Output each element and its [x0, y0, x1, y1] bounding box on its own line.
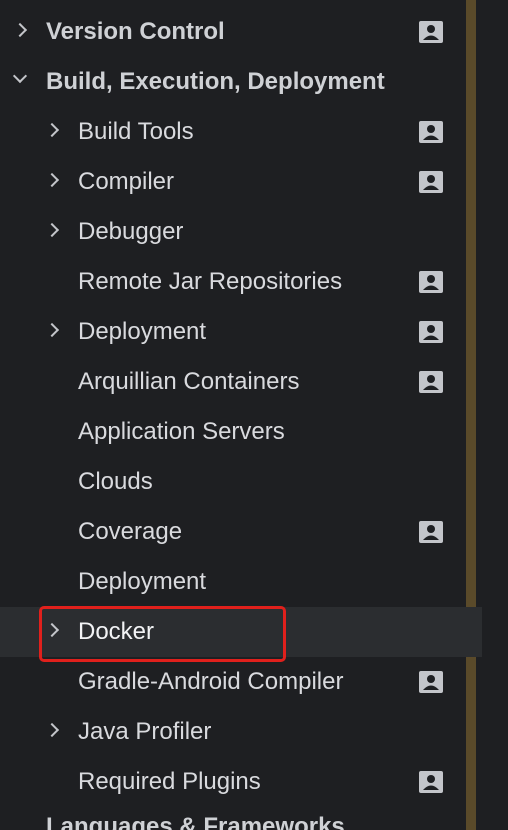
chevron-right-icon[interactable] [44, 622, 60, 638]
user-card-icon [419, 521, 443, 543]
tree-item-label: Remote Jar Repositories [78, 268, 343, 295]
chevron-right-icon[interactable] [44, 172, 60, 188]
chevron-down-icon[interactable] [12, 68, 28, 84]
tree-item-build-tools[interactable]: Build Tools [0, 107, 482, 157]
user-card-icon [419, 21, 443, 43]
chevron-right-icon[interactable] [44, 322, 60, 338]
tree-item-label: Version Control [46, 18, 225, 45]
tree-item-deployment-group[interactable]: Deployment [0, 307, 482, 357]
user-card-icon [419, 171, 443, 193]
tree-item-compiler[interactable]: Compiler [0, 157, 482, 207]
tree-item-remote-jar-repositories[interactable]: Remote Jar Repositories [0, 257, 482, 307]
tree-item-label: Build, Execution, Deployment [46, 68, 385, 95]
tree-item-label: Required Plugins [78, 768, 261, 795]
tree-item-clouds[interactable]: Clouds [0, 457, 482, 507]
tree-item-arquillian-containers[interactable]: Arquillian Containers [0, 357, 482, 407]
tree-item-label: Deployment [78, 568, 207, 595]
tree-item-gradle-android-compiler[interactable]: Gradle-Android Compiler [0, 657, 482, 707]
tree-item-debugger[interactable]: Debugger [0, 207, 482, 257]
tree-item-label: Docker [78, 618, 155, 645]
tree-item-label: Build Tools [78, 118, 194, 145]
chevron-right-icon[interactable] [44, 222, 60, 238]
chevron-right-icon[interactable] [44, 722, 60, 738]
user-card-icon [419, 271, 443, 293]
tree-item-label: Coverage [78, 518, 183, 545]
tree-item-label: Java Profiler [78, 718, 212, 745]
tree-item-docker[interactable]: Docker [0, 607, 482, 657]
tree-item-label: Gradle-Android Compiler [78, 668, 344, 695]
tree-item-deployment[interactable]: Deployment [0, 557, 482, 607]
settings-tree: Version Control Build, Execution, Deploy… [0, 7, 482, 807]
tree-item-languages-frameworks[interactable]: Languages & Frameworks [46, 812, 345, 830]
tree-item-label: Arquillian Containers [78, 368, 300, 395]
user-card-icon [419, 671, 443, 693]
user-card-icon [419, 121, 443, 143]
chevron-right-icon[interactable] [44, 122, 60, 138]
user-card-icon [419, 371, 443, 393]
tree-item-label: Clouds [78, 468, 153, 495]
tree-item-required-plugins[interactable]: Required Plugins [0, 757, 482, 807]
tree-item-application-servers[interactable]: Application Servers [0, 407, 482, 457]
tree-item-label: Application Servers [78, 418, 285, 445]
tree-item-java-profiler[interactable]: Java Profiler [0, 707, 482, 757]
user-card-icon [419, 321, 443, 343]
chevron-right-icon[interactable] [12, 22, 28, 38]
tree-item-build-execution-deployment[interactable]: Build, Execution, Deployment [0, 57, 482, 107]
user-card-icon [419, 771, 443, 793]
tree-item-version-control[interactable]: Version Control [0, 7, 482, 57]
tree-item-coverage[interactable]: Coverage [0, 507, 482, 557]
tree-item-label: Compiler [78, 168, 175, 195]
tree-item-label: Deployment [78, 318, 207, 345]
tree-item-label: Debugger [78, 218, 184, 245]
